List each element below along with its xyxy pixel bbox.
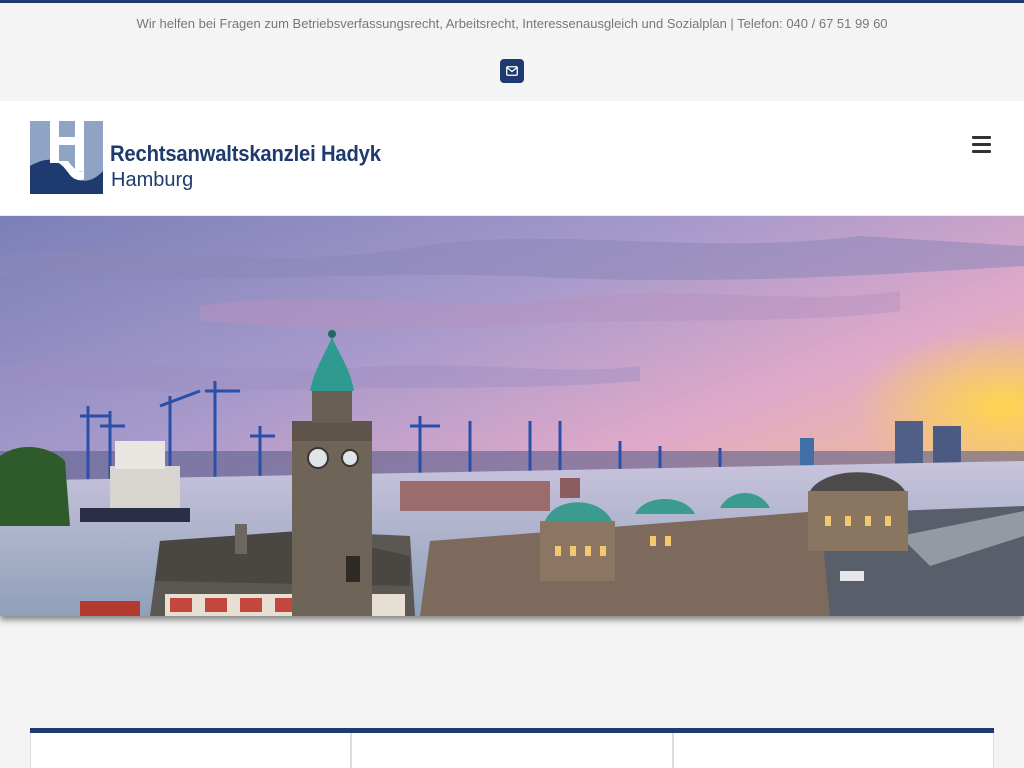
feature-card xyxy=(351,733,673,768)
envelope-icon xyxy=(506,66,518,76)
email-button[interactable] xyxy=(500,59,524,83)
brand-city: Hamburg xyxy=(111,169,194,191)
feature-card xyxy=(30,733,351,768)
site-header: Rechtsanwaltskanzlei Hadyk Hamburg xyxy=(0,101,1024,215)
hamburg-harbour-image xyxy=(0,216,1024,616)
hamburger-menu-icon[interactable] xyxy=(972,136,992,154)
logo-icon xyxy=(30,121,103,194)
feature-card xyxy=(673,733,994,768)
brand-name[interactable]: Rechtsanwaltskanzlei Hadyk xyxy=(110,141,381,167)
contact-info-text: Wir helfen bei Fragen zum Betriebsverfas… xyxy=(136,16,888,31)
top-info-bar: Wir helfen bei Fragen zum Betriebsverfas… xyxy=(0,3,1024,101)
hero-image xyxy=(0,216,1024,616)
